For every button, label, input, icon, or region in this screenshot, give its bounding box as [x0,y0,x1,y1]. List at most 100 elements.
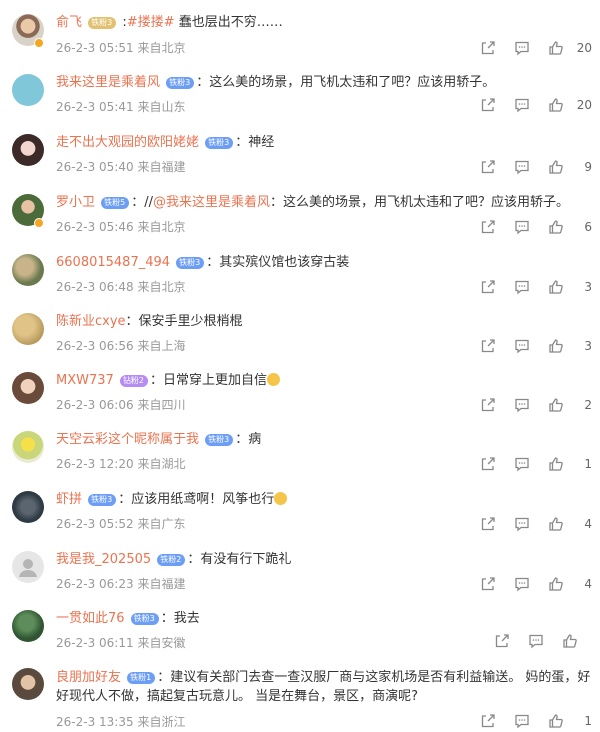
share-icon[interactable] [494,633,510,649]
like-count: 3 [584,339,592,353]
comment-location: 来自福建 [137,160,186,174]
comment-text: 我是我_202505 铁粉2 ：有没有行下跪礼 [56,551,592,569]
fan-badge: 铁粉1 [127,672,156,684]
avatar[interactable] [12,668,44,700]
like-icon[interactable] [548,279,564,295]
comment-body: ：这么美的场景，用飞机太违和了吧？应该用轿子。 [196,75,496,90]
comment-meta: 26-2-3 06:48 来自北京 [56,278,185,295]
comment-location: 来自广东 [137,517,186,531]
share-icon[interactable] [480,576,496,592]
share-icon[interactable] [480,713,496,729]
comment-body: ：我去 [160,611,200,626]
like-icon[interactable] [562,633,578,649]
comment-actions: 6 [472,218,592,236]
comment-location: 来自上海 [137,339,186,353]
topic-tag[interactable]: #搂搂# [127,15,175,30]
share-icon[interactable] [480,97,496,113]
like-icon[interactable] [548,97,564,113]
username[interactable]: 走不出大观园的欧阳姥姥 [56,135,199,150]
username[interactable]: 陈新业cxye [56,314,126,329]
avatar[interactable] [12,313,44,345]
comment-text: 天空云彩这个昵称属于我 铁粉3 ：病 [56,431,592,449]
like-count: 9 [584,160,592,174]
like-icon[interactable] [548,219,564,235]
share-icon[interactable] [480,456,496,472]
comment-date: 26-2-3 [56,457,96,471]
share-icon[interactable] [480,219,496,235]
username[interactable]: 我来这里是乘着风 [56,75,160,90]
avatar[interactable] [12,254,44,286]
like-icon[interactable] [548,456,564,472]
comment-body: ：神经 [235,135,275,150]
mention-link[interactable]: @我来这里是乘着风 [153,195,270,210]
verified-badge-icon [34,38,44,48]
comment-body: ：这么美的场景，用飞机太违和了吧？应该用轿子。 [270,195,570,210]
username[interactable]: 天空云彩这个昵称属于我 [56,432,199,447]
comment-time: 05:51 [99,41,134,55]
like-icon[interactable] [548,397,564,413]
username[interactable]: 虾拼 [56,492,82,507]
comment-text: 一贯如此76 铁粉3 ：我去 [56,610,592,628]
comment-icon[interactable] [514,456,530,472]
fan-badge: 铁粉3 [130,613,159,625]
fan-badge: 钻粉2 [119,375,149,387]
comment-icon[interactable] [514,397,530,413]
like-count: 3 [584,280,592,294]
avatar[interactable] [12,372,44,404]
default-avatar-icon [19,559,37,577]
comment-icon[interactable] [514,219,530,235]
username[interactable]: 罗小卫 [56,195,95,210]
share-icon[interactable] [480,279,496,295]
comment-icon[interactable] [514,576,530,592]
avatar[interactable] [12,74,44,106]
comment-icon[interactable] [514,516,530,532]
comment-icon[interactable] [514,713,530,729]
username[interactable]: 一贯如此76 [56,611,125,626]
comment-actions: 3 [472,337,592,355]
username[interactable]: 6608015487_494 [56,255,170,270]
share-icon[interactable] [480,159,496,175]
comment-icon[interactable] [514,279,530,295]
comment-time: 05:41 [99,100,134,114]
like-icon[interactable] [548,576,564,592]
share-icon[interactable] [480,338,496,354]
like-icon[interactable] [548,713,564,729]
comment-icon[interactable] [528,633,544,649]
comment-icon[interactable] [514,40,530,56]
avatar[interactable] [12,610,44,642]
username[interactable]: 良朋加好友 [56,670,121,685]
avatar[interactable] [12,491,44,523]
comment-date: 26-2-3 [56,41,96,55]
like-icon[interactable] [548,516,564,532]
comment-text: 虾拼 铁粉3 ：应该用纸鸢啊！风筝也行 [56,491,592,509]
comment-text: 良朋加好友 铁粉1 ：建议有关部门去查一查汉服厂商与这家机场是否有利益输送。 妈的… [56,668,592,706]
comment-location: 来自安徽 [137,636,186,650]
avatar[interactable] [12,431,44,463]
avatar[interactable] [12,551,44,583]
share-icon[interactable] [480,397,496,413]
avatar[interactable] [12,134,44,166]
comment-icon[interactable] [514,159,530,175]
like-icon[interactable] [548,338,564,354]
comment-location: 来自北京 [137,280,186,294]
like-count: 20 [576,41,592,55]
like-icon[interactable] [548,40,564,56]
share-icon[interactable] [480,40,496,56]
comment-actions: 2 [472,396,592,414]
comment-meta: 26-2-3 12:20 来自湖北 [56,455,185,472]
username[interactable]: 俞飞 [56,15,82,30]
like-icon[interactable] [548,159,564,175]
username[interactable]: MXW737 [56,373,114,388]
share-icon[interactable] [480,516,496,532]
comment-meta: 26-2-3 06:11 来自安徽 [56,634,185,651]
comment-icon[interactable] [514,338,530,354]
comment-text: 罗小卫 铁粉5 ：//@我来这里是乘着风：这么美的场景，用飞机太违和了吧？应该用轿… [56,194,592,212]
comment-date: 26-2-3 [56,339,96,353]
comment-icon[interactable] [514,97,530,113]
like-count: 1 [584,714,592,728]
comment-text: 我来这里是乘着风 铁粉3 ：这么美的场景，用飞机太违和了吧？应该用轿子。 [56,74,592,92]
comment-text: 走不出大观园的欧阳姥姥 铁粉3 ：神经 [56,134,592,152]
comment-date: 26-2-3 [56,577,96,591]
comment-location: 来自湖北 [137,457,186,471]
username[interactable]: 我是我_202505 [56,552,151,567]
